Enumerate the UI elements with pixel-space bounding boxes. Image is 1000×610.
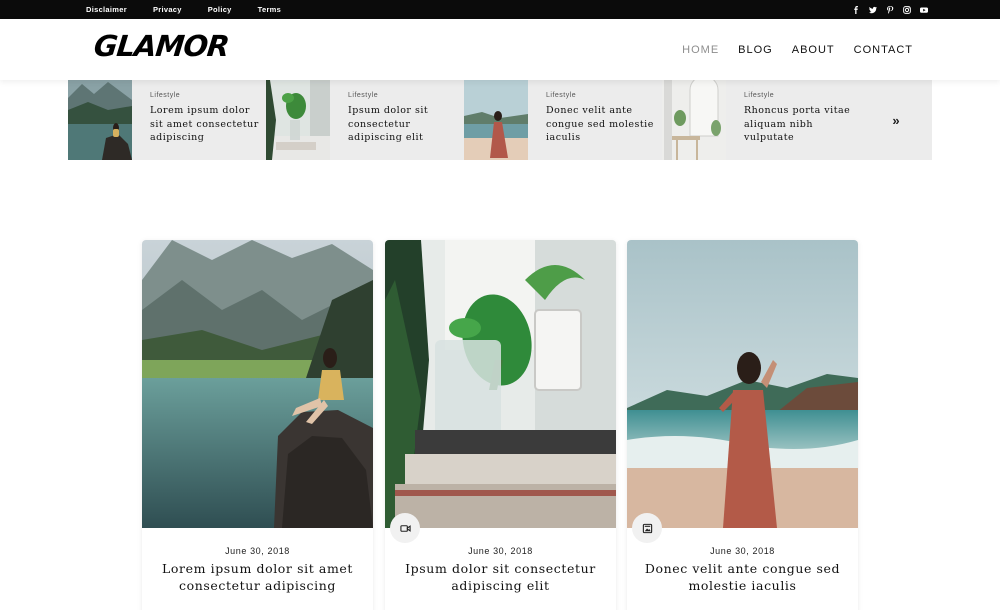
nav-contact[interactable]: CONTACT <box>854 44 913 56</box>
post-format-badge <box>632 513 662 543</box>
top-link-terms[interactable]: Terms <box>258 5 281 14</box>
featured-category[interactable]: Lifestyle <box>348 92 464 99</box>
featured-thumbnail[interactable] <box>464 80 528 160</box>
post-title[interactable]: Lorem ipsum dolor sit amet consectetur a… <box>142 560 373 594</box>
nav-blog[interactable]: BLOG <box>738 44 773 56</box>
top-link-policy[interactable]: Policy <box>208 5 232 14</box>
featured-item[interactable]: Lifestyle Lorem ipsum dolor sit amet con… <box>68 80 266 160</box>
post-title[interactable]: Ipsum dolor sit consectetur adipiscing e… <box>385 560 616 594</box>
featured-category[interactable]: Lifestyle <box>150 92 266 99</box>
site-logo[interactable]: GLAMOR <box>92 29 230 63</box>
post-image[interactable] <box>627 240 858 528</box>
image-icon <box>642 523 652 533</box>
top-link-privacy[interactable]: Privacy <box>153 5 182 14</box>
featured-category[interactable]: Lifestyle <box>546 92 662 99</box>
post-card[interactable]: June 30, 2018 Ipsum dolor sit consectetu… <box>385 240 616 610</box>
featured-strip: Lifestyle Lorem ipsum dolor sit amet con… <box>68 75 932 160</box>
top-bar: Disclaimer Privacy Policy Terms <box>0 0 1000 19</box>
post-card[interactable]: June 30, 2018 Lorem ipsum dolor sit amet… <box>142 240 373 610</box>
post-body: June 30, 2018 Ipsum dolor sit consectetu… <box>385 528 616 594</box>
top-links: Disclaimer Privacy Policy Terms <box>86 0 307 19</box>
featured-thumbnail[interactable] <box>68 80 132 160</box>
nav-about[interactable]: ABOUT <box>792 44 835 56</box>
post-grid: June 30, 2018 Lorem ipsum dolor sit amet… <box>142 240 858 610</box>
nav-home[interactable]: HOME <box>682 44 719 56</box>
post-date: June 30, 2018 <box>225 546 290 556</box>
top-link-disclaimer[interactable]: Disclaimer <box>86 5 127 14</box>
site-header: GLAMOR HOME BLOG ABOUT CONTACT <box>0 19 1000 80</box>
featured-title[interactable]: Donec velit ante congue sed molestie iac… <box>546 104 662 145</box>
post-body: June 30, 2018 Donec velit ante congue se… <box>627 528 858 594</box>
post-card[interactable]: June 30, 2018 Donec velit ante congue se… <box>627 240 858 610</box>
facebook-icon[interactable] <box>852 5 860 14</box>
post-body: June 30, 2018 Lorem ipsum dolor sit amet… <box>142 528 373 594</box>
main-nav: HOME BLOG ABOUT CONTACT <box>663 19 913 80</box>
featured-text: Lifestyle Donec velit ante congue sed mo… <box>528 80 662 160</box>
featured-thumbnail[interactable] <box>662 75 726 160</box>
featured-item[interactable]: Lifestyle Donec velit ante congue sed mo… <box>464 80 662 160</box>
featured-text: Lifestyle Lorem ipsum dolor sit amet con… <box>132 80 266 160</box>
featured-text: Lifestyle Rhoncus porta vitae aliquam ni… <box>726 80 860 160</box>
post-title[interactable]: Donec velit ante congue sed molestie iac… <box>627 560 858 594</box>
featured-item[interactable]: Lifestyle Rhoncus porta vitae aliquam ni… <box>662 75 860 160</box>
featured-title[interactable]: Ipsum dolor sit consectetur adipiscing e… <box>348 104 464 145</box>
social-links <box>852 0 928 19</box>
featured-category[interactable]: Lifestyle <box>744 92 860 99</box>
post-format-badge <box>390 513 420 543</box>
featured-title[interactable]: Lorem ipsum dolor sit amet consectetur a… <box>150 104 266 145</box>
double-chevron-right-icon: » <box>892 112 900 128</box>
twitter-icon[interactable] <box>869 6 877 14</box>
post-image[interactable] <box>385 240 616 528</box>
featured-title[interactable]: Rhoncus porta vitae aliquam nibh vulputa… <box>744 104 860 145</box>
youtube-icon[interactable] <box>920 6 928 14</box>
post-date: June 30, 2018 <box>468 546 533 556</box>
featured-text: Lifestyle Ipsum dolor sit consectetur ad… <box>330 80 464 160</box>
instagram-icon[interactable] <box>903 5 911 14</box>
pinterest-icon[interactable] <box>886 5 894 14</box>
featured-item[interactable]: Lifestyle Ipsum dolor sit consectetur ad… <box>266 80 464 160</box>
featured-thumbnail[interactable] <box>266 80 330 160</box>
post-image[interactable] <box>142 240 373 528</box>
post-date: June 30, 2018 <box>710 546 775 556</box>
featured-next-button[interactable]: » <box>860 80 932 160</box>
video-icon <box>399 524 411 532</box>
